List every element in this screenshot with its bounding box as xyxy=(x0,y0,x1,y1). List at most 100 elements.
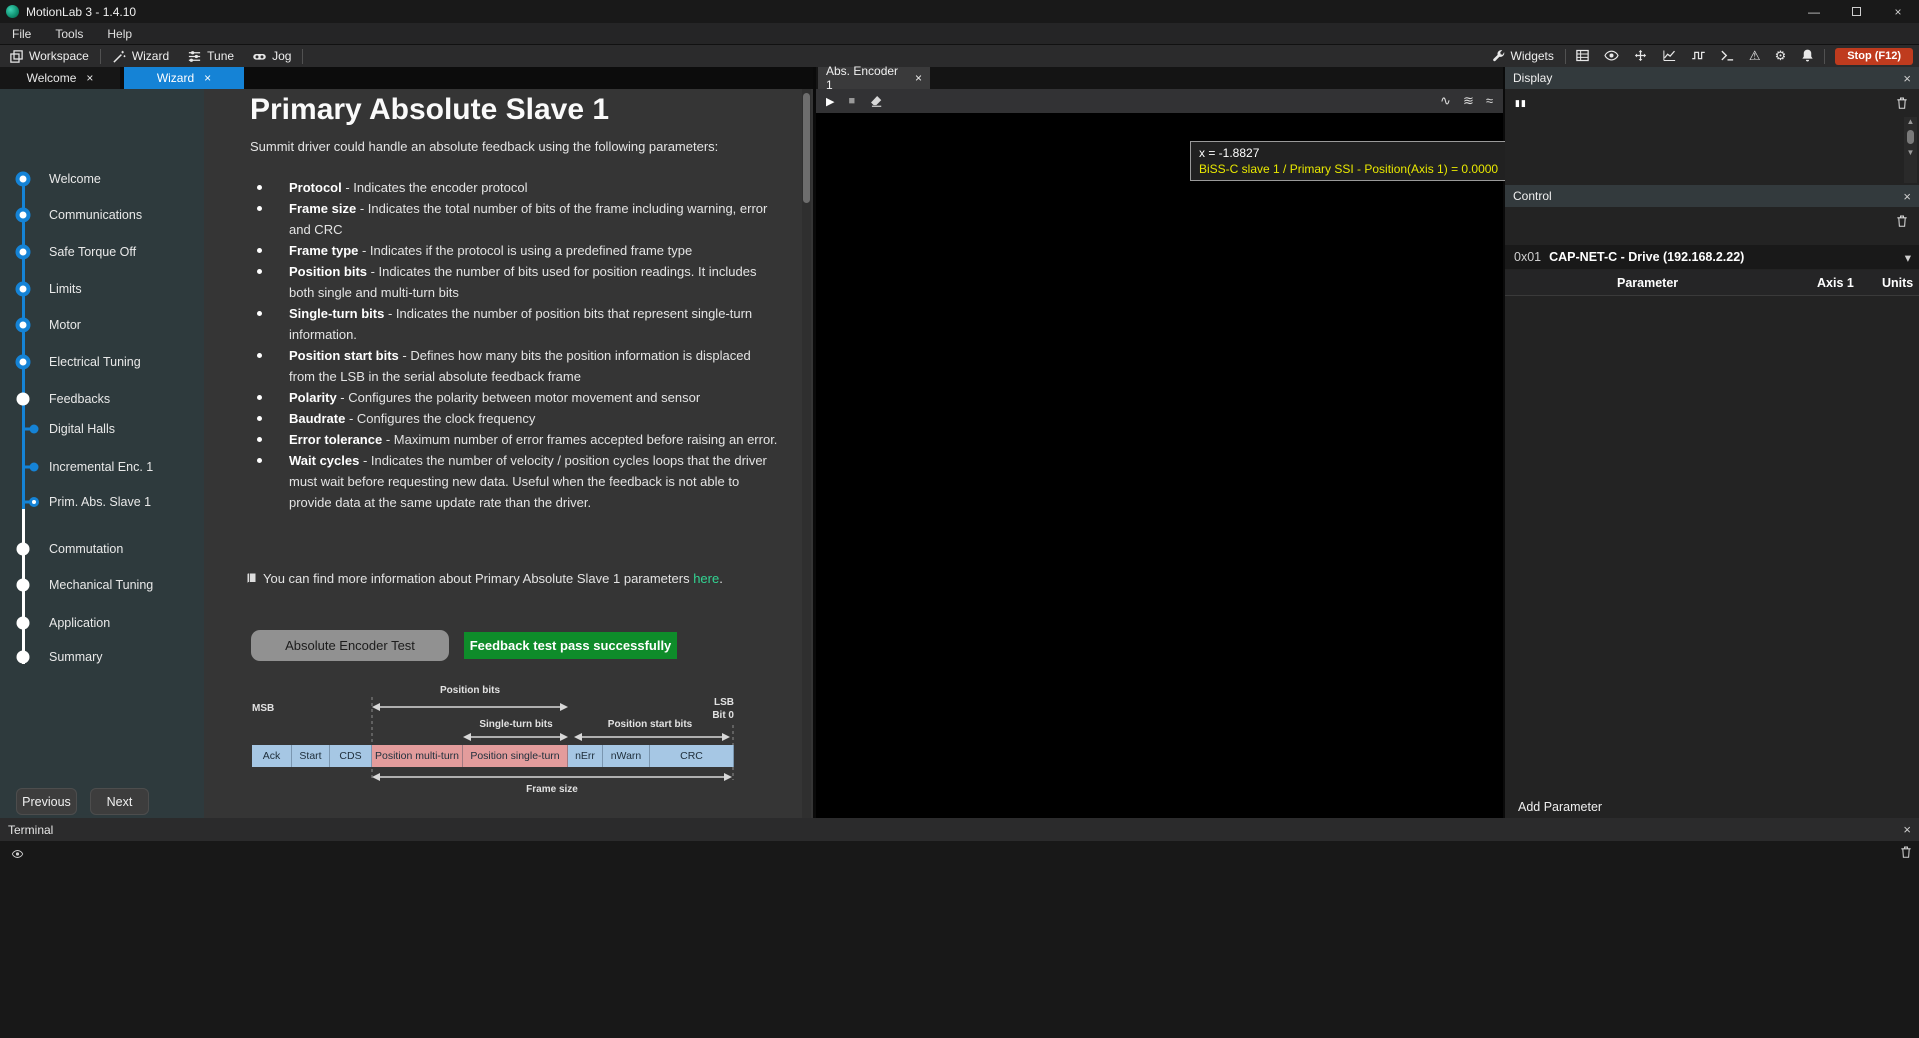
trash-icon[interactable] xyxy=(1899,845,1913,859)
wizard-steps-sidebar: Welcome Communications Safe Torque Off Limi… xyxy=(0,89,204,818)
close-icon[interactable]: × xyxy=(204,71,211,85)
diagram-arrows xyxy=(252,685,734,800)
bullet-text: - Maximum number of error frames accepte… xyxy=(382,432,777,447)
toolbar-separator xyxy=(1565,49,1566,64)
trash-icon[interactable] xyxy=(1895,214,1909,228)
workspace-button[interactable]: Workspace xyxy=(0,45,98,67)
menu-help[interactable]: Help xyxy=(95,23,144,45)
sidebar-item-communications[interactable]: Communications xyxy=(49,208,142,222)
sidebar-item-summary[interactable]: Summary xyxy=(49,650,102,664)
sidebar-item-limits[interactable]: Limits xyxy=(49,282,82,296)
frame-segment-position-single-turn: Position single-turn xyxy=(463,745,568,767)
close-icon[interactable]: × xyxy=(915,71,922,85)
close-icon[interactable]: × xyxy=(1895,822,1919,837)
minimize-button[interactable]: — xyxy=(1793,0,1835,23)
display-panel-header: Display × xyxy=(1505,67,1919,89)
here-link[interactable]: here xyxy=(693,571,719,586)
signal-style-multi-icon[interactable]: ≋ xyxy=(1463,93,1474,109)
terminal-output[interactable] xyxy=(15,854,1875,1036)
info-suffix: . xyxy=(719,571,723,586)
stop-capture-button[interactable]: ■ xyxy=(848,95,855,107)
bullet-term: Position bits xyxy=(289,264,367,279)
sidebar-item-commutation[interactable]: Commutation xyxy=(49,542,123,556)
close-button[interactable]: × xyxy=(1877,0,1919,23)
notifications-bell-icon[interactable] xyxy=(1800,48,1815,63)
wizard-button[interactable]: Wizard xyxy=(103,45,178,67)
tab-label: Wizard xyxy=(157,71,194,85)
step-marker-todo xyxy=(17,579,30,592)
widgets-button[interactable]: Widgets xyxy=(1482,45,1563,67)
watcher-eye-icon[interactable] xyxy=(1604,48,1619,63)
sidebar-item-motor[interactable]: Motor xyxy=(49,318,81,332)
motion-move-icon[interactable] xyxy=(1633,48,1648,63)
application-window: MotionLab 3 - 1.4.10 — × FileToolsHelp W… xyxy=(0,0,1919,1038)
play-button[interactable]: ▶ xyxy=(826,95,834,108)
chevron-down-icon[interactable]: ▾ xyxy=(1905,250,1919,265)
registers-table-icon[interactable] xyxy=(1575,48,1590,63)
drive-selector[interactable]: 0x01 CAP-NET-C - Drive (192.168.2.22) ▾ xyxy=(1505,245,1919,269)
step-marker-subcurrent xyxy=(29,497,39,507)
scope-toolbar: ▶ ■ ∿ ≋ ≈ xyxy=(816,89,1503,113)
tab-abs-encoder-1[interactable]: Abs. Encoder 1 × xyxy=(818,67,930,89)
trash-icon[interactable] xyxy=(1895,96,1909,110)
tab-label: Welcome xyxy=(27,71,77,85)
cursor-tooltip: x = -1.8827 BiSS-C slave 1 / Primary SSI… xyxy=(1190,141,1507,181)
eraser-icon[interactable] xyxy=(869,94,883,108)
scrollbar-thumb[interactable] xyxy=(803,93,810,203)
toolbar-separator xyxy=(1824,49,1825,64)
signal-style-step-icon[interactable]: ≈ xyxy=(1486,93,1493,109)
sidebar-item-application[interactable]: Application xyxy=(49,616,110,630)
sidebar-item-incremental-enc-1[interactable]: Incremental Enc. 1 xyxy=(49,460,153,474)
menu-bar: FileToolsHelp xyxy=(0,23,1919,45)
frame-size-label: Frame size xyxy=(526,784,578,795)
bullet-item: Single-turn bits - Indicates the number … xyxy=(255,303,779,345)
previous-button[interactable]: Previous xyxy=(16,788,77,815)
next-button[interactable]: Next xyxy=(90,788,149,815)
pause-icon[interactable]: ▮▮ xyxy=(1515,98,1527,109)
sidebar-item-welcome[interactable]: Welcome xyxy=(49,172,101,186)
menu-tools[interactable]: Tools xyxy=(43,23,95,45)
close-icon[interactable]: × xyxy=(1895,189,1919,204)
sidebar-item-electrical-tuning[interactable]: Electrical Tuning xyxy=(49,355,141,369)
tab-welcome[interactable]: Welcome × xyxy=(0,67,120,89)
stop-button[interactable]: Stop (F12) xyxy=(1835,48,1913,65)
scrollbar-thumb[interactable] xyxy=(1907,130,1914,144)
jog-button[interactable]: Jog xyxy=(243,45,300,67)
frame-segment-nerr: nErr xyxy=(568,745,603,767)
bullet-item: Frame type - Indicates if the protocol i… xyxy=(255,240,779,261)
bullet-item: Position bits - Indicates the number of … xyxy=(255,261,779,303)
intro-text: Summit driver could handle an absolute f… xyxy=(250,139,718,154)
tune-button[interactable]: Tune xyxy=(178,45,243,67)
absolute-encoder-test-button[interactable]: Absolute Encoder Test xyxy=(251,630,449,661)
add-parameter-button[interactable]: Add Parameter xyxy=(1518,800,1602,814)
step-marker-group xyxy=(17,393,30,406)
content-scrollbar[interactable] xyxy=(802,89,811,818)
menu-file[interactable]: File xyxy=(0,23,43,45)
close-icon[interactable]: × xyxy=(86,71,93,85)
sidebar-item-digital-halls[interactable]: Digital Halls xyxy=(49,422,115,436)
signal-style-linear-icon[interactable]: ∿ xyxy=(1440,93,1451,109)
display-scrollbar[interactable]: ▲▼ xyxy=(1904,117,1917,183)
sidebar-item-prim-abs-slave-1[interactable]: Prim. Abs. Slave 1 xyxy=(49,495,151,509)
scope-chart-icon[interactable] xyxy=(1662,48,1677,63)
warnings-icon[interactable]: ⚠ xyxy=(1742,48,1768,64)
wand-icon xyxy=(112,49,127,64)
terminal-panel: Terminal × xyxy=(0,818,1919,1038)
tab-wizard[interactable]: Wizard × xyxy=(124,67,244,89)
scope-plot[interactable]: x = -1.8827 BiSS-C slave 1 / Primary SSI… xyxy=(816,113,1503,818)
toolbar-separator xyxy=(302,49,303,64)
close-icon[interactable]: × xyxy=(1895,71,1919,86)
capture-signal-icon[interactable] xyxy=(1691,48,1706,63)
terminal-icon[interactable] xyxy=(1720,48,1735,63)
settings-gear-icon[interactable]: ⚙ xyxy=(1768,48,1794,64)
sidebar-item-feedbacks[interactable]: Feedbacks xyxy=(49,392,110,406)
maximize-button[interactable] xyxy=(1835,0,1877,23)
msb-label: MSB xyxy=(252,703,274,714)
sidebar-item-mechanical-tuning[interactable]: Mechanical Tuning xyxy=(49,578,153,592)
tune-label: Tune xyxy=(207,49,234,63)
maximize-icon xyxy=(1852,7,1861,16)
frame-segment-ack: Ack xyxy=(252,745,292,767)
sidebar-item-safe-torque-off[interactable]: Safe Torque Off xyxy=(49,245,136,259)
bullet-term: Frame type xyxy=(289,243,358,258)
parameter-bullet-list: Protocol - Indicates the encoder protoco… xyxy=(255,177,779,513)
